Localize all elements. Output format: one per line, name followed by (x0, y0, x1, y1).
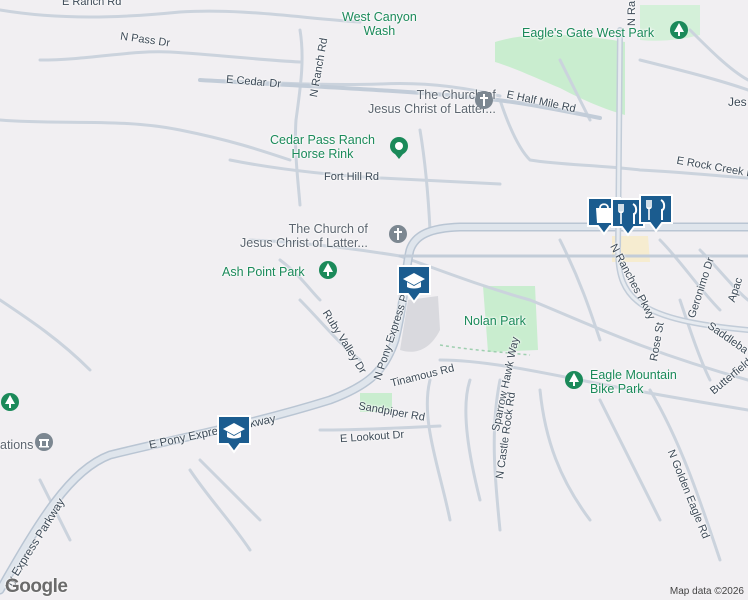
park-icon (670, 21, 688, 39)
park-icon (390, 137, 408, 159)
school-marker[interactable] (216, 414, 252, 454)
church-mid-label[interactable]: The Church of Jesus Christ of Latter... (240, 222, 368, 250)
eagle-mountain-bike-park-label[interactable]: Eagle Mountain Bike Park (590, 368, 677, 396)
church-icon (389, 225, 407, 243)
school-marker[interactable] (396, 264, 432, 304)
google-logo[interactable]: Google (5, 576, 68, 598)
park-icon (565, 371, 583, 389)
n-ranches-top-label: N Ra (626, 0, 638, 26)
park-icon (319, 261, 337, 279)
e-ranch-rd-label: E Ranch Rd (62, 0, 122, 8)
jes-partial-label: Jes (728, 95, 747, 109)
ash-point-park-label[interactable]: Ash Point Park (222, 265, 305, 279)
cedar-pass-ranch-label[interactable]: Cedar Pass Ranch Horse Rink (270, 133, 375, 161)
eagles-gate-park-label[interactable]: Eagle's Gate West Park (522, 26, 654, 40)
map-canvas[interactable]: West Canyon Wash Eagle's Gate West Park … (0, 0, 748, 600)
fort-hill-rd-label: Fort Hill Rd (324, 171, 380, 183)
church-icon (475, 91, 493, 109)
restaurant-marker[interactable] (638, 193, 674, 233)
left-partial-label[interactable]: ations (0, 438, 33, 452)
nolan-park-label[interactable]: Nolan Park (464, 314, 526, 328)
museum-icon (35, 433, 53, 451)
park-icon (1, 393, 19, 411)
map-attribution[interactable]: Map data ©2026 (670, 586, 744, 597)
west-canyon-wash-label[interactable]: West Canyon Wash (342, 10, 417, 38)
